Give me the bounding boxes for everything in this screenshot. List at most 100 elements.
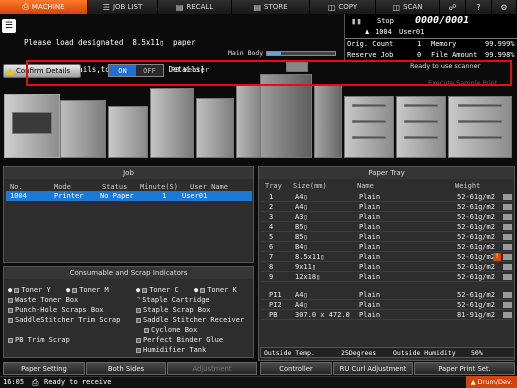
tray-size: B5▯: [295, 233, 308, 241]
message-area: ☰ Please load designated 8.5x11▯ paper T…: [2, 17, 342, 74]
help-button[interactable]: ?: [466, 0, 492, 14]
ru-curl-adjustment-button[interactable]: RU Curl Adjustment: [333, 362, 413, 375]
tab-machine[interactable]: ⎙ MACHINE: [0, 0, 88, 14]
col-minutes: Minute(S): [140, 183, 178, 191]
waste-toner-box-indicator: Waste Toner Box: [8, 296, 78, 304]
drum-dev-warning-badge[interactable]: ▲ Drum/Dev.: [466, 376, 517, 388]
reserve-job-label: Reserve Job: [347, 51, 394, 59]
tray-weight: 52-61g/m2: [457, 223, 495, 231]
orig-count-value: 1: [417, 40, 422, 48]
settings-button[interactable]: ⚙: [492, 0, 517, 14]
tab-label: STORE: [264, 3, 288, 11]
toner-k-indicator: ● Toner K: [194, 286, 237, 294]
col-name: Name: [357, 182, 374, 190]
job-user: User01: [182, 192, 208, 200]
tab-store[interactable]: ▤ STORE: [232, 0, 310, 14]
tray-weight: 52-61g/m2: [457, 213, 495, 221]
tray-row[interactable]: 7 8.5x11▯ Plain 52-61g/m2!: [261, 252, 513, 262]
tab-scan[interactable]: ◫ SCAN: [376, 0, 440, 14]
tab-label: SCAN: [403, 3, 423, 11]
tray-tray: PB: [269, 311, 278, 319]
tray-weight: 52-61g/m2: [457, 233, 495, 241]
cyclone-box-indicator: Cyclone Box: [144, 326, 197, 334]
tray-row[interactable]: 5 B5▯ Plain 52-61g/m2: [261, 232, 513, 242]
tray-size: A4▯: [295, 193, 308, 201]
tray-row[interactable]: PI1 A4▯ Plain 52-61g/m2: [261, 290, 513, 300]
tray-weight: 52-61g/m2: [457, 263, 495, 271]
paper-tray-panel: Paper Tray Tray Size(mm) Name Weight 1 A4…: [258, 166, 515, 361]
tray-name: Plain: [359, 263, 381, 271]
paper-print-set-button[interactable]: Paper Print Set.: [414, 362, 515, 375]
environment-bar: Outside Temp. 25Degrees Outside Humidity…: [260, 347, 515, 358]
tray-row[interactable]: 1 A4▯ Plain 52-61g/m2: [261, 192, 513, 202]
paper-level-icon: [503, 204, 512, 210]
job-minutes: 1: [162, 192, 167, 200]
paper-level-icon: [503, 264, 512, 270]
globe-button[interactable]: ☍: [440, 0, 466, 14]
tray-row[interactable]: 6 B4▯ Plain 52-61g/m2: [261, 242, 513, 252]
staple-cartridge-indicator: ⌝ Staple Cartridge: [136, 296, 210, 304]
paper-tray-title: Paper Tray: [259, 167, 514, 179]
paper-level-icon: [503, 194, 512, 200]
tray-weight: 52-61g/m2: [457, 193, 495, 201]
tray-tray: 8: [269, 263, 274, 271]
memory-label: Memory: [431, 40, 457, 48]
col-user-name: User Name: [190, 183, 228, 191]
toner-icon: ●: [136, 286, 141, 294]
globe-icon: ☍: [448, 2, 457, 12]
tray-tray: 3: [269, 213, 274, 221]
machine-state: Stop: [377, 17, 394, 25]
memory-value: 99.999%: [485, 40, 515, 48]
saddlestitcher-trim-indicator: SaddleStitcher Trim Scrap: [8, 316, 120, 324]
toner-icon: ●: [66, 286, 71, 294]
tab-job-list[interactable]: ☰ JOB LIST: [88, 0, 158, 14]
paper-level-icon: [503, 224, 512, 230]
tray-row[interactable]: 9 12x18▯ Plain 52-61g/m2: [261, 272, 513, 282]
tray-weight: 52-61g/m2: [457, 253, 495, 261]
counter-display: 0000/0001: [415, 15, 470, 26]
both-sides-button[interactable]: Both Sides: [86, 362, 166, 375]
stop-icon: ▮▮: [351, 17, 362, 27]
paper-level-icon: [503, 214, 512, 220]
tray-row[interactable]: PI2 A4▯ Plain 52-61g/m2: [261, 300, 513, 310]
toner-c-indicator: ● Toner C: [136, 286, 179, 294]
file-amount-value: 99.998%: [485, 51, 515, 59]
tray-alert-icon: !: [493, 253, 501, 261]
tray-tray: 5: [269, 233, 274, 241]
controller-button[interactable]: Controller: [260, 362, 332, 375]
tray-row[interactable]: 2 A4▯ Plain 52-61g/m2: [261, 202, 513, 212]
tab-recall[interactable]: ▤ RECALL: [158, 0, 232, 14]
status-line: 16:05 ⎙ Ready to receive: [0, 376, 517, 388]
staple-icon: ⌝: [136, 296, 141, 304]
tray-size: A3▯: [295, 213, 308, 221]
job-row[interactable]: 1004 Printer No Paper 1 User01: [6, 192, 252, 201]
tray-size: 12x18▯: [295, 273, 321, 281]
tray-row[interactable]: 4 B5▯ Plain 52-61g/m2: [261, 222, 513, 232]
tray-tray: 4: [269, 223, 274, 231]
user-name: User01: [399, 28, 425, 36]
paper-level-icon: [503, 244, 512, 250]
adjustment-button[interactable]: Adjustment: [167, 362, 257, 375]
consumable-panel: Consumable and Scrap Indicators ● Toner Y…: [3, 266, 254, 358]
tray-tray: 6: [269, 243, 274, 251]
col-mode: Mode: [54, 183, 71, 191]
consumable-panel-title: Consumable and Scrap Indicators: [4, 267, 253, 279]
highlight-box: [26, 60, 512, 86]
col-weight: Weight: [455, 182, 481, 190]
outside-humidity-label: Outside Humidity: [393, 349, 456, 357]
tray-row[interactable]: 3 A3▯ Plain 52-61g/m2: [261, 212, 513, 222]
user-icon: ♟: [365, 28, 370, 36]
tray-name: Plain: [359, 203, 381, 211]
col-status: Status: [102, 183, 128, 191]
tray-row[interactable]: PB 307.0 x 472.0 Plain 81-91g/m2: [261, 310, 513, 320]
paper-level-icon: [503, 312, 512, 318]
job-panel-title: Job: [4, 167, 253, 179]
paper-setting-button[interactable]: Paper Setting: [3, 362, 85, 375]
tray-row[interactable]: 8 9x11▯ Plain 52-61g/m2: [261, 262, 513, 272]
help-icon: ?: [476, 2, 481, 12]
tab-copy[interactable]: ◫ COPY: [310, 0, 376, 14]
tray-tray: 7: [269, 253, 274, 261]
tray-tray: PI1: [269, 291, 282, 299]
divider: [345, 38, 517, 39]
tray-name: Plain: [359, 311, 381, 319]
